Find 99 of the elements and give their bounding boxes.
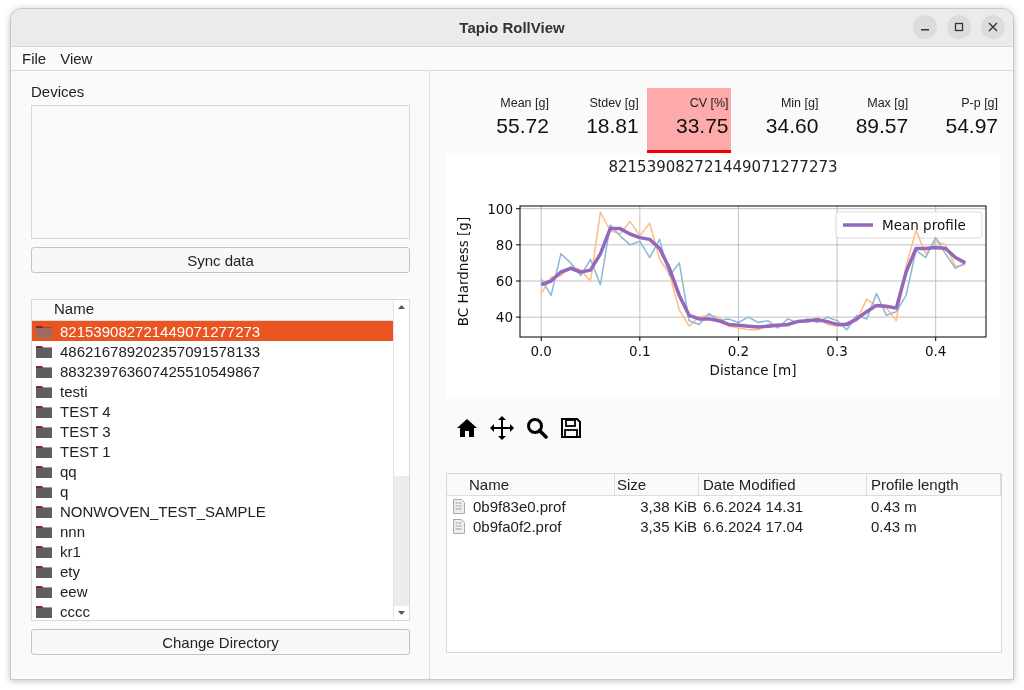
file-row[interactable]: 0b9fa0f2.prof 3,35 KiB 6.6.2024 17.04 0.43 m bbox=[447, 516, 1001, 536]
folder-icon bbox=[36, 344, 52, 358]
folder-icon bbox=[36, 364, 52, 378]
stat-label: P-p [g] bbox=[961, 96, 999, 110]
stat-label: Max [g] bbox=[867, 96, 909, 110]
sync-button[interactable]: Sync data bbox=[31, 247, 410, 273]
folder-icon bbox=[36, 404, 52, 418]
axis-label: BC Hardness [g] bbox=[455, 216, 471, 327]
tick-label: 0.1 bbox=[629, 343, 651, 359]
search-icon[interactable] bbox=[526, 417, 548, 439]
folder-row[interactable]: NONWOVEN_TEST_SAMPLE bbox=[32, 501, 393, 521]
chart-legend: Mean profile bbox=[835, 211, 983, 239]
stat-value: 55.72 bbox=[496, 114, 549, 138]
file-icon bbox=[453, 518, 465, 534]
table-cell-text: 6.6.2024 14.31 bbox=[702, 497, 805, 515]
folder-icon bbox=[36, 584, 52, 598]
folder-row[interactable]: ety bbox=[32, 561, 393, 581]
tick-mark bbox=[540, 336, 542, 342]
legend-label: Mean profile bbox=[882, 217, 966, 233]
column-header[interactable]: Name bbox=[447, 474, 615, 495]
tick-mark bbox=[935, 336, 937, 342]
change-directory-button[interactable]: Change Directory bbox=[31, 629, 410, 655]
table-cell-text: 3,38 KiB bbox=[639, 497, 698, 515]
stat-value: 54.97 bbox=[945, 114, 999, 138]
tick-mark bbox=[515, 208, 521, 210]
close-button[interactable] bbox=[981, 15, 1005, 39]
file-icon bbox=[453, 498, 465, 514]
file-name: 0b9f83e0.prof bbox=[473, 497, 566, 515]
move-icon[interactable] bbox=[490, 416, 514, 440]
scrollbar-thumb[interactable] bbox=[394, 476, 409, 606]
menu-item[interactable]: View bbox=[60, 50, 93, 67]
folder-icon bbox=[36, 604, 52, 618]
folder-row[interactable]: q bbox=[32, 481, 393, 501]
tick-mark bbox=[836, 336, 838, 342]
column-header[interactable]: Date Modified bbox=[699, 474, 867, 495]
folder-icon bbox=[36, 384, 52, 398]
tick-mark bbox=[515, 280, 521, 282]
stat-label: CV [%] bbox=[689, 96, 729, 110]
table-cell-text: 0.43 m bbox=[870, 497, 918, 515]
minimize-button[interactable] bbox=[913, 15, 937, 39]
table-cell-text: 6.6.2024 17.04 bbox=[702, 517, 805, 535]
folder-row[interactable]: kr1 bbox=[32, 541, 393, 561]
tick-label: 0.0 bbox=[530, 343, 552, 359]
stat-value: 89.57 bbox=[855, 114, 909, 138]
stat-value: 33.75 bbox=[676, 114, 729, 138]
home-icon[interactable] bbox=[456, 418, 478, 438]
stat-value: 18.81 bbox=[586, 114, 639, 138]
folder-icon bbox=[36, 564, 52, 578]
window-title: Tapio RollView bbox=[459, 19, 565, 36]
folder-icon bbox=[36, 464, 52, 478]
tick-mark bbox=[515, 316, 521, 318]
folder-icon bbox=[36, 504, 52, 518]
column-header[interactable]: Profile length bbox=[867, 474, 1001, 495]
folder-icon bbox=[36, 324, 52, 338]
save-icon[interactable] bbox=[560, 417, 582, 439]
stat-value: 34.60 bbox=[765, 114, 819, 138]
tick-mark bbox=[515, 244, 521, 246]
maximize-icon bbox=[954, 22, 964, 32]
folder-icon bbox=[36, 484, 52, 498]
file-name: 0b9fa0f2.prof bbox=[473, 517, 562, 535]
tick-label: 0.3 bbox=[826, 343, 848, 359]
maximize-button[interactable] bbox=[947, 15, 971, 39]
folder-row[interactable]: eew bbox=[32, 581, 393, 601]
tick-mark bbox=[737, 336, 739, 342]
folder-row[interactable]: qq bbox=[32, 461, 393, 481]
tick-label: 0.4 bbox=[924, 343, 947, 359]
folder-row[interactable]: TEST 4 bbox=[32, 401, 393, 421]
tick-mark bbox=[639, 336, 641, 342]
folder-row[interactable]: 821539082721449071277273 bbox=[32, 321, 393, 341]
stat-label: Stdev [g] bbox=[589, 96, 639, 110]
folder-row[interactable]: nnn bbox=[32, 521, 393, 541]
folder-icon bbox=[36, 544, 52, 558]
folder-row[interactable]: 486216789202357091578133 bbox=[32, 341, 393, 361]
file-row[interactable]: 0b9f83e0.prof 3,38 KiB 6.6.2024 14.31 0.43 m bbox=[447, 496, 1001, 516]
folder-icon bbox=[36, 524, 52, 538]
folder-row[interactable]: testi bbox=[32, 381, 393, 401]
close-icon bbox=[988, 22, 998, 32]
tick-label: 80 bbox=[495, 236, 513, 253]
tick-label: 40 bbox=[495, 309, 513, 326]
column-header[interactable]: Name bbox=[32, 300, 393, 321]
stat-label: Mean [g] bbox=[500, 96, 549, 110]
menu-item[interactable]: File bbox=[22, 50, 47, 67]
tick-label: 60 bbox=[495, 273, 513, 289]
table-cell-text: 0.43 m bbox=[870, 517, 918, 535]
minimize-icon bbox=[921, 29, 929, 31]
folder-icon bbox=[36, 444, 52, 458]
folder-row[interactable]: cccc bbox=[32, 601, 393, 620]
folder-icon bbox=[36, 424, 52, 438]
chart-title: 821539082721449071277273 bbox=[608, 158, 838, 177]
folder-row[interactable]: TEST 1 bbox=[32, 441, 393, 461]
tick-label: 100 bbox=[487, 200, 513, 217]
stat-label: Min [g] bbox=[780, 96, 819, 110]
folder-row[interactable]: 883239763607425510549867 bbox=[32, 361, 393, 381]
column-header[interactable]: Size bbox=[615, 474, 699, 495]
folder-row[interactable]: TEST 3 bbox=[32, 421, 393, 441]
axis-label: Distance [m] bbox=[709, 362, 797, 378]
section-title: Devices bbox=[31, 83, 86, 100]
tick-label: 0.2 bbox=[727, 343, 750, 359]
table-cell-text: 3,35 KiB bbox=[639, 517, 698, 535]
